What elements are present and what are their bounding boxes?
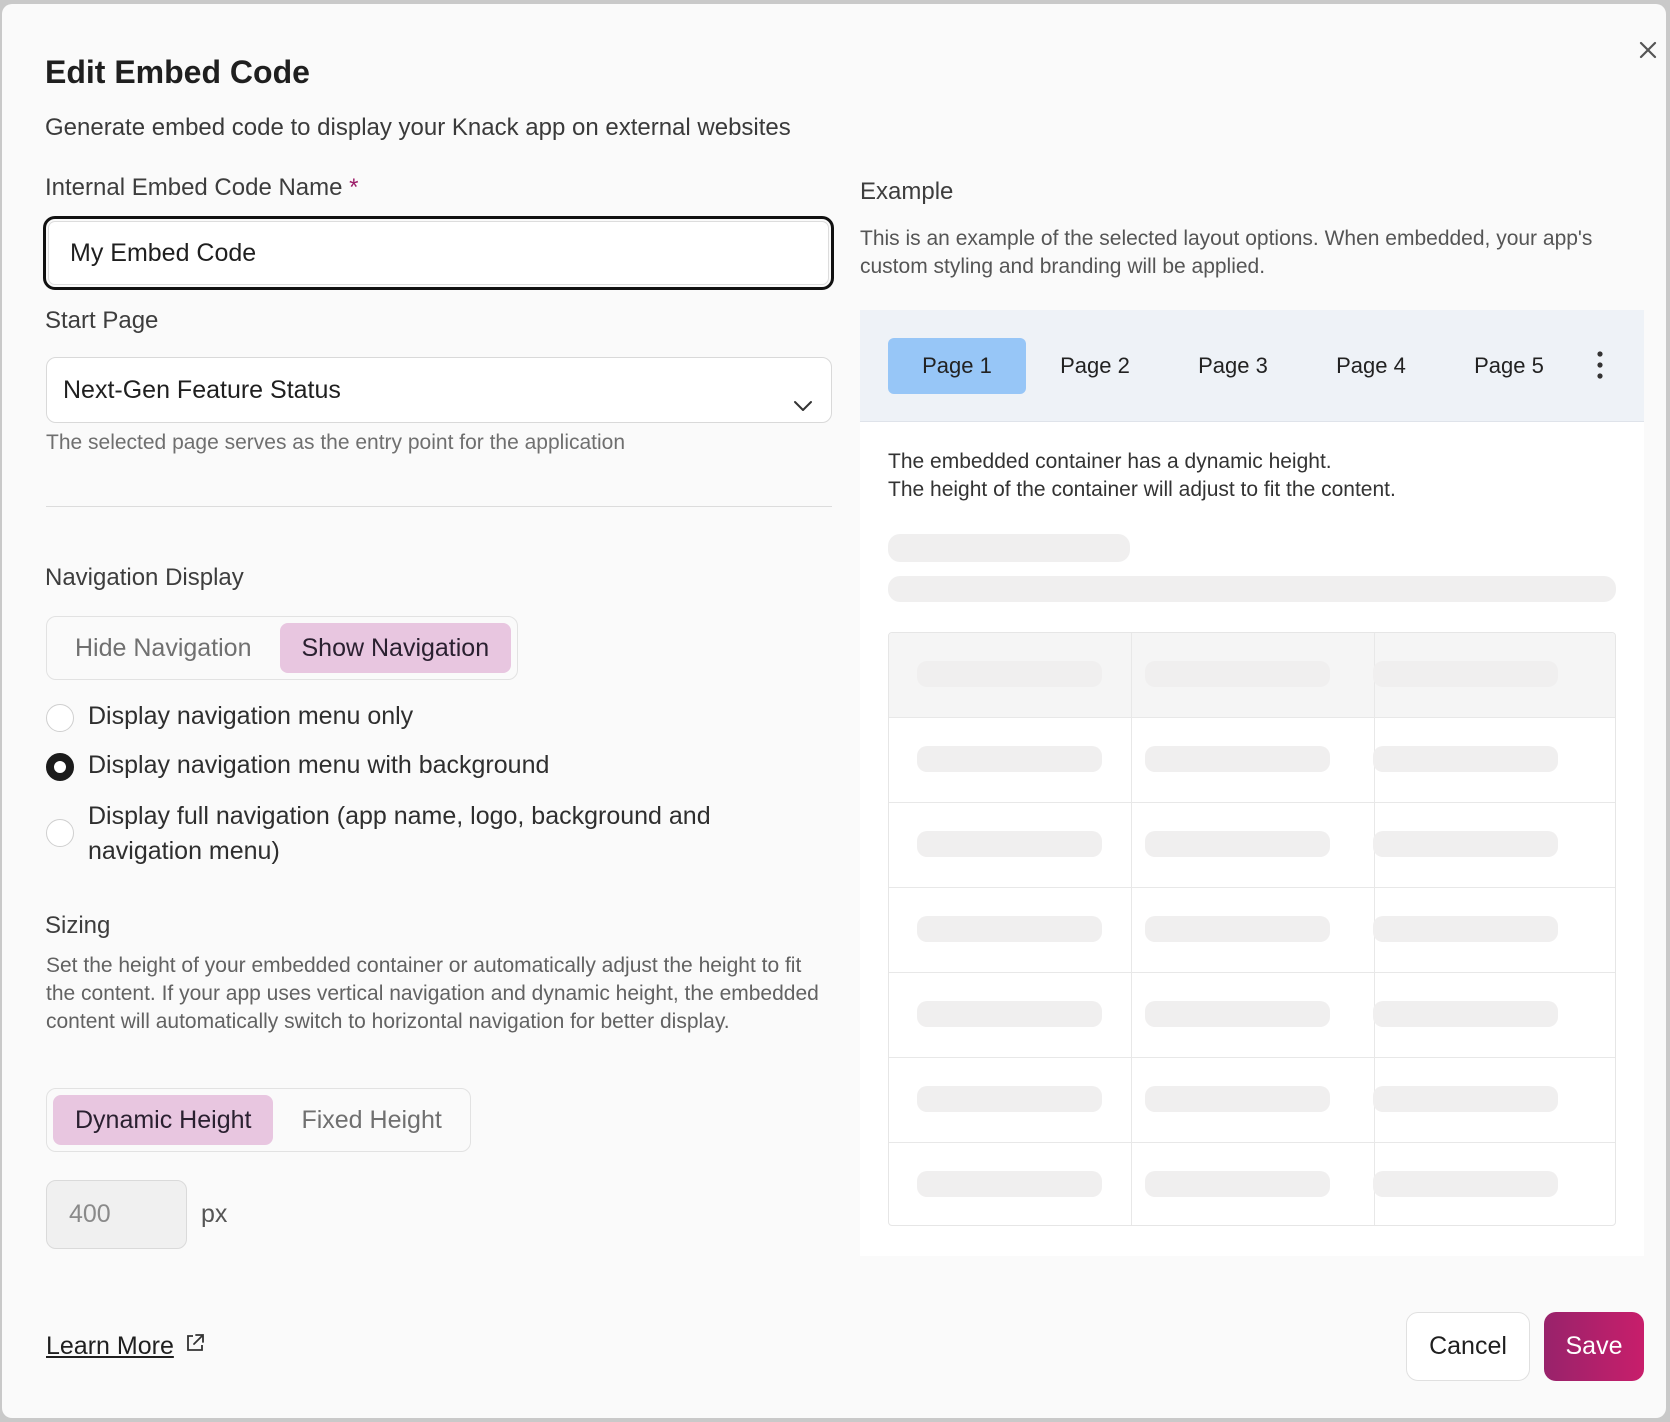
close-icon[interactable] xyxy=(1632,34,1664,66)
section-divider xyxy=(46,506,832,507)
fixed-height-option[interactable]: Fixed Height xyxy=(279,1095,463,1145)
start-page-label: Start Page xyxy=(45,307,159,334)
preview-text: The embedded container has a dynamic hei… xyxy=(888,448,1396,504)
skeleton-cell xyxy=(917,661,1102,687)
skeleton-heading xyxy=(888,534,1130,562)
start-page-select[interactable]: Next-Gen Feature Status xyxy=(46,357,832,423)
hide-navigation-option[interactable]: Hide Navigation xyxy=(53,623,274,673)
nav-option-label: Display navigation menu only xyxy=(88,702,414,730)
row-divider xyxy=(889,1142,1615,1143)
learn-more-label: Learn More xyxy=(46,1332,174,1360)
preview-nav-bar: Page 1 Page 2 Page 3 Page 4 Page 5 xyxy=(860,310,1644,422)
radio-button-selected[interactable] xyxy=(46,753,74,781)
embed-name-label: Internal Embed Code Name * xyxy=(45,174,359,202)
radio-button[interactable] xyxy=(46,704,74,732)
skeleton-cell xyxy=(917,1171,1102,1197)
skeleton-cell xyxy=(1145,661,1330,687)
nav-display-label: Navigation Display xyxy=(45,564,244,591)
skeleton-line xyxy=(888,576,1616,602)
row-divider xyxy=(889,1057,1615,1058)
skeleton-cell xyxy=(1373,661,1558,687)
required-mark: * xyxy=(349,174,359,201)
dynamic-height-option[interactable]: Dynamic Height xyxy=(53,1095,274,1145)
skeleton-cell xyxy=(917,1086,1102,1112)
preview-text-line-2: The height of the container will adjust … xyxy=(888,478,1396,501)
skeleton-table xyxy=(888,632,1616,1226)
skeleton-cell xyxy=(1373,916,1558,942)
preview-tab-page-1[interactable]: Page 1 xyxy=(888,338,1026,394)
height-input[interactable] xyxy=(46,1180,187,1249)
preview-tab-page-2[interactable]: Page 2 xyxy=(1026,338,1164,394)
sizing-description: Set the height of your embedded containe… xyxy=(46,954,819,1033)
example-label: Example xyxy=(860,178,954,205)
nav-option-menu-only[interactable]: Display navigation menu only xyxy=(46,702,413,732)
external-link-icon xyxy=(184,1332,206,1361)
preview-text-line-1: The embedded container has a dynamic hei… xyxy=(888,450,1332,473)
dialog-title: Edit Embed Code xyxy=(45,54,310,90)
start-page-hint: The selected page serves as the entry po… xyxy=(46,431,626,454)
example-description: This is an example of the selected layou… xyxy=(860,227,1593,278)
more-vertical-icon[interactable] xyxy=(1590,348,1610,387)
chevron-down-icon xyxy=(791,378,815,442)
sizing-label: Sizing xyxy=(45,912,111,939)
skeleton-cell xyxy=(1145,916,1330,942)
skeleton-cell xyxy=(1145,1171,1330,1197)
row-divider xyxy=(889,802,1615,803)
nav-option-label: Display navigation menu with background xyxy=(88,751,550,779)
nav-option-label: Display full navigation (app name, logo,… xyxy=(88,802,711,865)
example-preview: Page 1 Page 2 Page 3 Page 4 Page 5 The e… xyxy=(860,310,1644,1256)
skeleton-cell xyxy=(917,746,1102,772)
nav-display-toggle: Hide Navigation Show Navigation xyxy=(46,616,519,680)
start-page-value: Next-Gen Feature Status xyxy=(63,376,341,404)
nav-option-full-navigation[interactable]: Display full navigation (app name, logo,… xyxy=(46,799,766,869)
row-divider xyxy=(889,972,1615,973)
preview-tab-page-4[interactable]: Page 4 xyxy=(1302,338,1440,394)
skeleton-cell xyxy=(1373,831,1558,857)
skeleton-cell xyxy=(917,916,1102,942)
skeleton-cell xyxy=(1373,746,1558,772)
skeleton-cell xyxy=(917,831,1102,857)
skeleton-cell xyxy=(1373,1171,1558,1197)
dialog-subtitle: Generate embed code to display your Knac… xyxy=(45,114,791,141)
save-button[interactable]: Save xyxy=(1544,1312,1644,1381)
learn-more-link[interactable]: Learn More xyxy=(46,1332,206,1361)
skeleton-cell xyxy=(1145,746,1330,772)
show-navigation-option[interactable]: Show Navigation xyxy=(279,623,512,673)
preview-tab-page-3[interactable]: Page 3 xyxy=(1164,338,1302,394)
height-mode-toggle: Dynamic Height Fixed Height xyxy=(46,1088,471,1152)
row-divider xyxy=(889,717,1615,718)
column-divider xyxy=(1131,633,1132,1225)
embed-name-input[interactable] xyxy=(43,216,834,290)
cancel-button[interactable]: Cancel xyxy=(1406,1312,1530,1381)
skeleton-cell xyxy=(1373,1086,1558,1112)
skeleton-cell xyxy=(917,1001,1102,1027)
height-unit: px xyxy=(201,1200,228,1228)
skeleton-cell xyxy=(1145,831,1330,857)
edit-embed-code-dialog: Edit Embed Code Generate embed code to d… xyxy=(2,4,1666,1418)
preview-tab-page-5[interactable]: Page 5 xyxy=(1440,338,1578,394)
row-divider xyxy=(889,887,1615,888)
embed-name-label-text: Internal Embed Code Name xyxy=(45,174,343,201)
radio-button[interactable] xyxy=(46,819,74,847)
nav-option-menu-with-background[interactable]: Display navigation menu with background xyxy=(46,751,549,781)
skeleton-cell xyxy=(1145,1001,1330,1027)
skeleton-cell xyxy=(1145,1086,1330,1112)
skeleton-cell xyxy=(1373,1001,1558,1027)
